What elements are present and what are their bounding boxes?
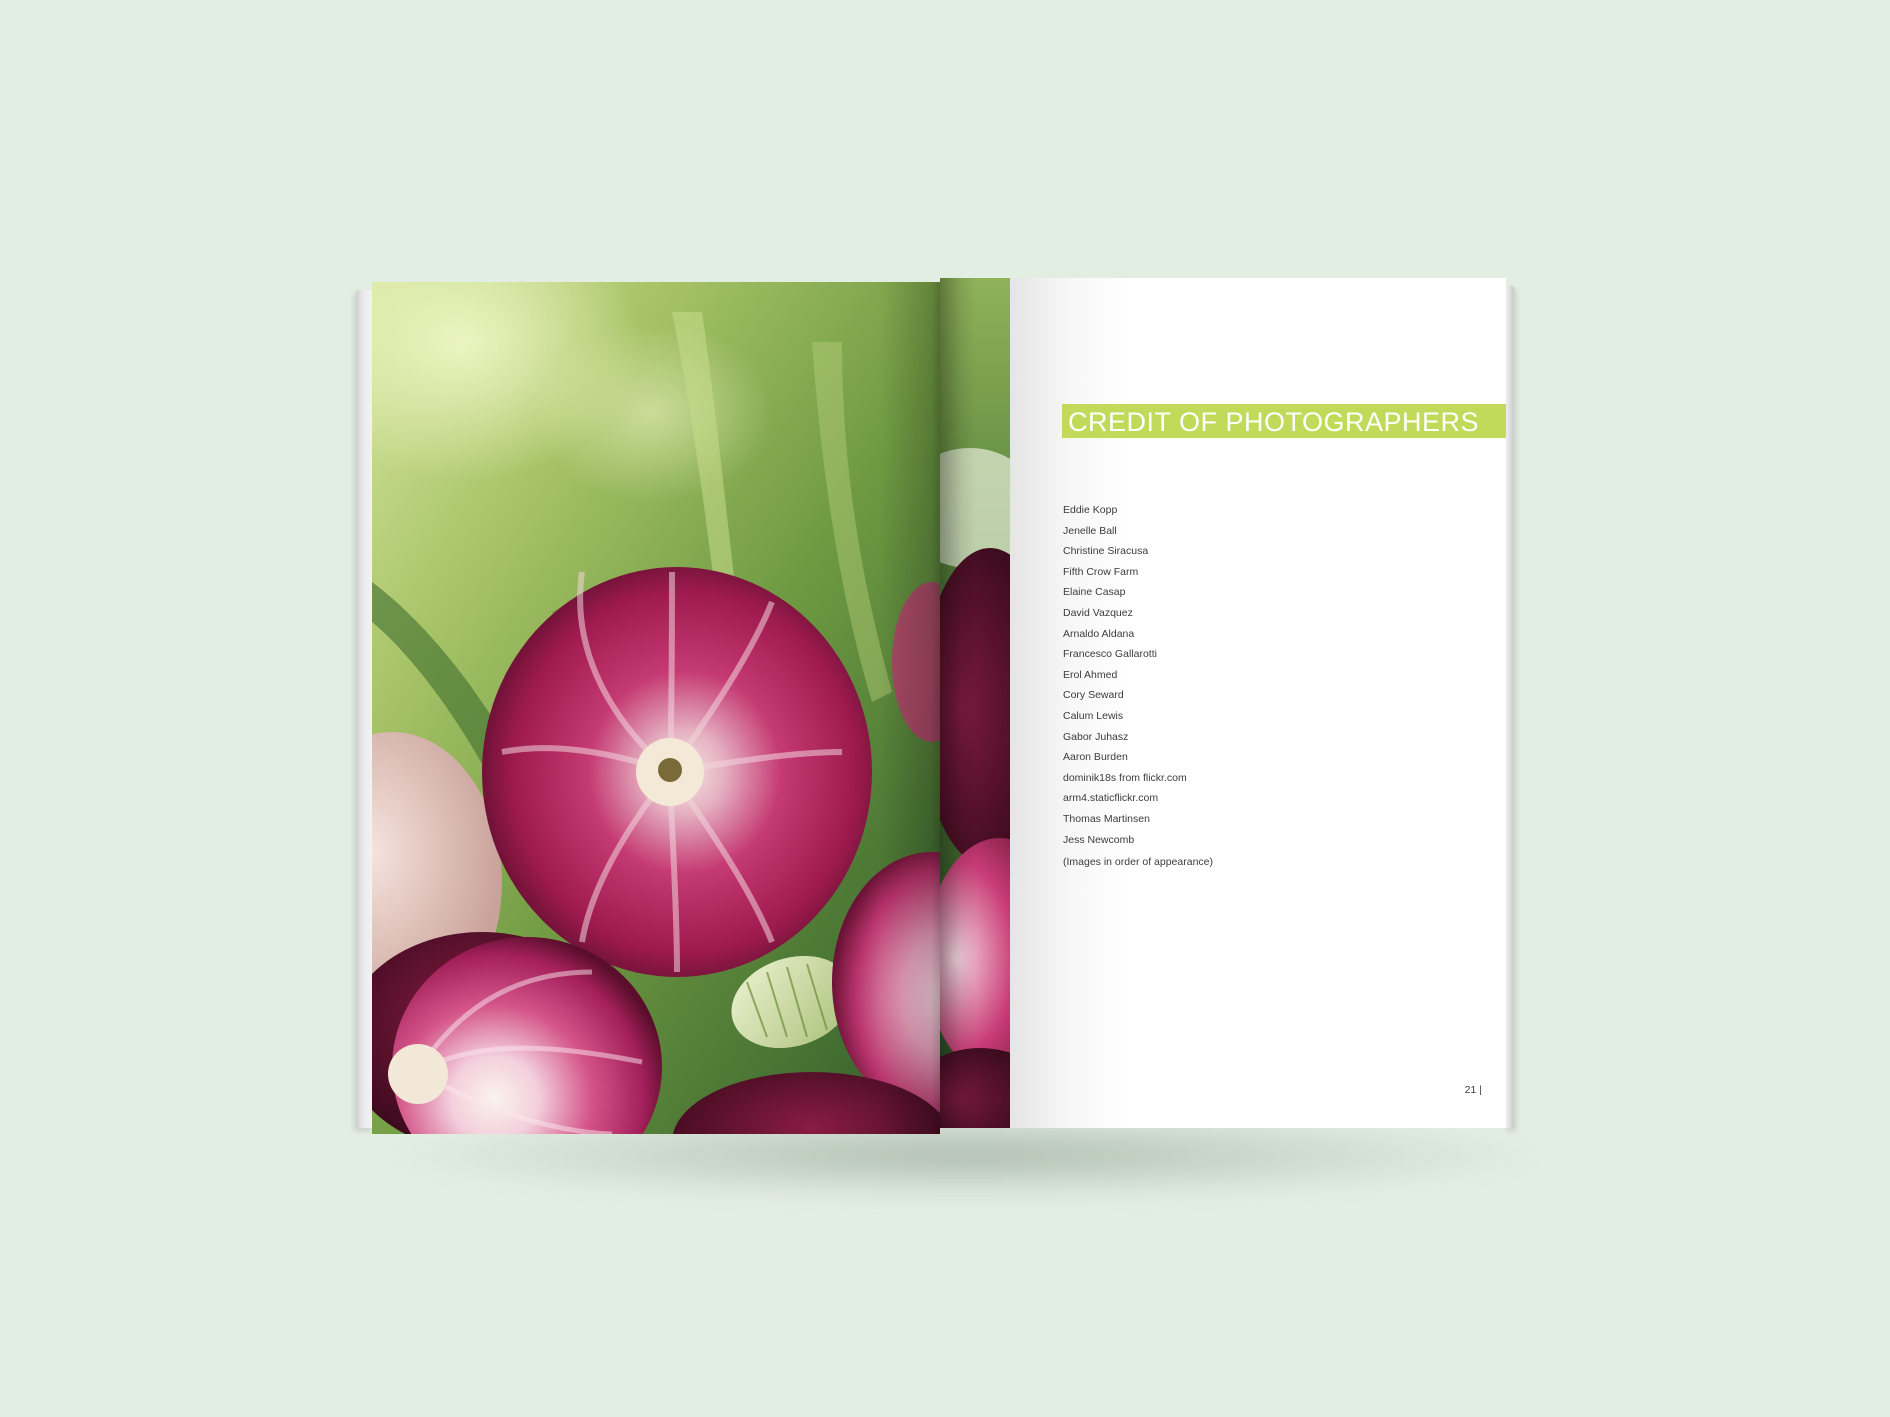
image-order-note: (Images in order of appearance) bbox=[1063, 856, 1213, 868]
photographer-name: David Vazquez bbox=[1063, 606, 1133, 619]
page-number: 21 | bbox=[1464, 1084, 1482, 1096]
red-onions-photo-icon bbox=[372, 282, 940, 1134]
photographer-name: Fifth Crow Farm bbox=[1063, 565, 1139, 578]
photographer-name: Erol Ahmed bbox=[1063, 668, 1118, 681]
photographer-name: Elaine Casap bbox=[1063, 586, 1126, 599]
photographer-name: Jess Newcomb bbox=[1063, 833, 1135, 846]
photographer-name: dominik18s from flickr.com bbox=[1063, 771, 1187, 784]
photographer-name: Aaron Burden bbox=[1063, 751, 1128, 764]
left-page-photo bbox=[372, 282, 940, 1134]
photographer-name: Jenelle Ball bbox=[1063, 524, 1117, 537]
photographer-name: Cory Seward bbox=[1063, 689, 1124, 702]
photographer-name: Gabor Juhasz bbox=[1063, 730, 1129, 743]
photographer-name: Christine Siracusa bbox=[1063, 545, 1149, 558]
right-page-credits: CREDIT OF PHOTOGRAPHERS Eddie Kopp Jenel… bbox=[940, 278, 1506, 1128]
photographer-name: Eddie Kopp bbox=[1063, 504, 1118, 516]
photographer-name: Francesco Gallarotti bbox=[1063, 648, 1157, 661]
open-book: CREDIT OF PHOTOGRAPHERS Eddie Kopp Jenel… bbox=[356, 278, 1514, 1134]
red-onions-photo-edge-icon bbox=[940, 278, 1010, 1128]
page-title: CREDIT OF PHOTOGRAPHERS bbox=[1068, 407, 1480, 437]
photographer-list: Eddie Kopp Jenelle Ball Christine Siracu… bbox=[1063, 500, 1187, 850]
photographer-name: Thomas Martinsen bbox=[1063, 812, 1150, 825]
photographer-name: Arnaldo Aldana bbox=[1063, 627, 1135, 640]
photographer-name: Calum Lewis bbox=[1063, 709, 1124, 722]
photo-continuation-strip bbox=[940, 278, 1010, 1128]
photographer-name: arm4.staticflickr.com bbox=[1063, 792, 1159, 805]
mockup-scene: CREDIT OF PHOTOGRAPHERS Eddie Kopp Jenel… bbox=[0, 0, 1890, 1417]
